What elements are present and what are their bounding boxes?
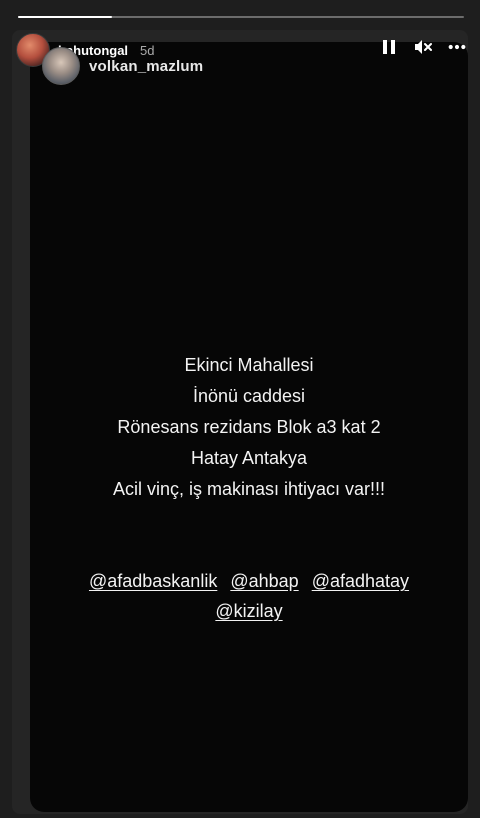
story-viewer: bahutongal 5d volkan_mazlum Ekinci Mahal… xyxy=(0,0,480,818)
mention-kizilay[interactable]: @kizilay xyxy=(215,596,282,626)
reposted-from[interactable]: volkan_mazlum xyxy=(42,47,203,85)
story-line-3: Rönesans rezidans Blok a3 kat 2 xyxy=(117,417,381,437)
story-controls xyxy=(380,38,466,56)
repost-avatar[interactable] xyxy=(42,47,80,85)
more-options-icon[interactable] xyxy=(448,38,466,56)
story-progress-fill xyxy=(18,16,112,18)
mentions-block: @afadbaskanlik @ahbap @afadhatay @kizila… xyxy=(30,566,468,626)
mention-afadbaskanlik[interactable]: @afadbaskanlik xyxy=(89,566,217,596)
story-progress-track xyxy=(18,16,464,18)
story-line-4: Hatay Antakya xyxy=(190,448,308,468)
story-text-block: Ekinci Mahallesi İnönü caddesi Rönesans … xyxy=(30,350,468,505)
mention-afadhatay[interactable]: @afadhatay xyxy=(312,566,409,596)
mute-icon[interactable] xyxy=(414,38,432,56)
story-line-1: Ekinci Mahallesi xyxy=(184,355,314,375)
story-line-2: İnönü caddesi xyxy=(192,386,306,406)
repost-username[interactable]: volkan_mazlum xyxy=(89,58,203,75)
pause-icon[interactable] xyxy=(380,38,398,56)
story-line-5: Acil vinç, iş makinası ihtiyacı var!!! xyxy=(112,479,386,499)
mention-ahbap[interactable]: @ahbap xyxy=(230,566,298,596)
